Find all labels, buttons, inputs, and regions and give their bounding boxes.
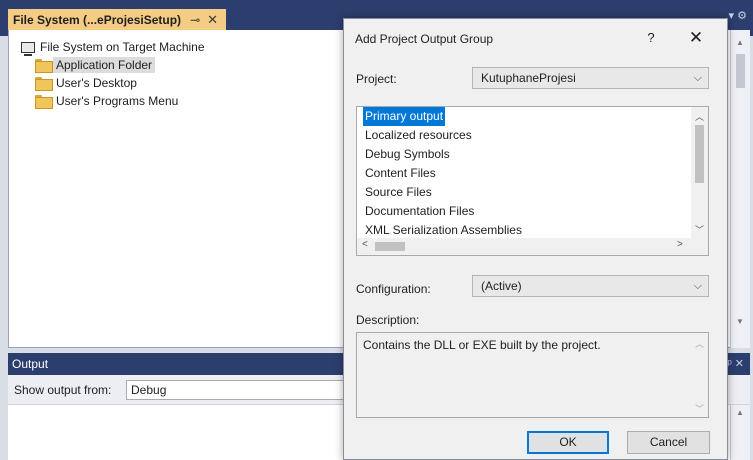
tree-item-label: User's Desktop [56,76,137,90]
tree-item-label: User's Programs Menu [56,94,179,108]
scroll-up-icon[interactable]: ︿ [695,337,704,350]
scroll-right-icon[interactable]: > [677,239,683,250]
cancel-button[interactable]: Cancel [627,431,710,454]
list-item-debug-symbols[interactable]: Debug Symbols [363,145,524,164]
project-combo[interactable]: KutuphaneProjesi ⌵ [472,67,709,89]
show-output-combo[interactable]: Debug [126,380,356,400]
list-item-localized-resources[interactable]: Localized resources [363,126,524,145]
folder-icon [35,77,53,91]
scroll-thumb[interactable] [695,125,704,183]
chevron-down-icon: ⌵ [693,280,702,292]
scroll-down-icon[interactable]: ▼ [736,317,744,326]
help-icon[interactable]: ? [641,28,661,48]
chevron-down-icon: ⌵ [693,72,702,84]
output-scrollbar[interactable]: ▲ [730,405,750,460]
ok-button[interactable]: OK [527,431,609,454]
tree-item-users-programs-menu[interactable]: User's Programs Menu [21,92,205,110]
scroll-up-icon[interactable]: ▲ [736,38,744,47]
list-item-source-files[interactable]: Source Files [363,183,524,202]
tree-item-label: Application Folder [53,57,156,73]
close-icon[interactable]: ✕ [207,12,218,28]
list-item-primary-output[interactable]: Primary output [363,107,446,126]
project-label: Project: [356,72,397,86]
list-item-documentation-files[interactable]: Documentation Files [363,202,524,221]
scroll-down-icon[interactable]: ﹀ [695,402,704,415]
scroll-thumb[interactable] [736,54,745,88]
scroll-thumb[interactable] [375,242,405,251]
folder-icon [35,59,53,73]
scroll-up-icon[interactable]: ▲ [736,408,744,417]
output-close-icon[interactable]: ᵖ ✕ [728,353,744,375]
computer-icon [21,41,35,56]
configuration-combo-value: (Active) [481,279,522,293]
description-box[interactable]: Contains the DLL or EXE built by the pro… [356,332,709,418]
close-icon[interactable]: ✕ [685,27,707,49]
document-tab[interactable]: File System (...eProjesiSetup) ⊸ ✕ [8,9,226,30]
description-scrollbar[interactable]: ︿ ﹀ [691,333,708,417]
configuration-label: Configuration: [356,282,431,296]
window-controls[interactable]: ▾ ⚙ [729,9,747,22]
scroll-left-icon[interactable]: < [362,239,368,250]
file-system-tree: File System on Target Machine Applicatio… [21,38,205,110]
folder-icon [35,95,53,109]
tree-root[interactable]: File System on Target Machine [21,38,205,56]
configuration-combo[interactable]: (Active) ⌵ [472,275,709,297]
description-text: Contains the DLL or EXE built by the pro… [363,338,601,352]
list-vertical-scrollbar[interactable]: ︿ ﹀ [691,107,708,238]
scroll-down-icon[interactable]: ﹀ [695,223,704,236]
show-output-label: Show output from: [14,383,112,397]
editor-scrollbar[interactable]: ▲ ▼ [730,30,750,348]
description-label: Description: [356,313,420,327]
tree-root-label: File System on Target Machine [40,40,205,54]
pin-icon[interactable]: ⊸ [190,13,200,27]
dialog-title: Add Project Output Group [355,32,494,46]
list-horizontal-scrollbar[interactable]: < > [357,238,708,255]
project-combo-value: KutuphaneProjesi [481,71,576,85]
list-item-content-files[interactable]: Content Files [363,164,524,183]
tree-item-users-desktop[interactable]: User's Desktop [21,74,205,92]
document-tab-title: File System (...eProjesiSetup) [13,12,182,27]
add-project-output-group-dialog: Add Project Output Group ? ✕ Project: Ku… [343,18,728,460]
output-type-list[interactable]: Primary output Localized resources Debug… [356,106,709,256]
output-title: Output [12,357,49,371]
tree-item-application-folder[interactable]: Application Folder [21,56,205,74]
scroll-up-icon[interactable]: ︿ [695,110,704,123]
